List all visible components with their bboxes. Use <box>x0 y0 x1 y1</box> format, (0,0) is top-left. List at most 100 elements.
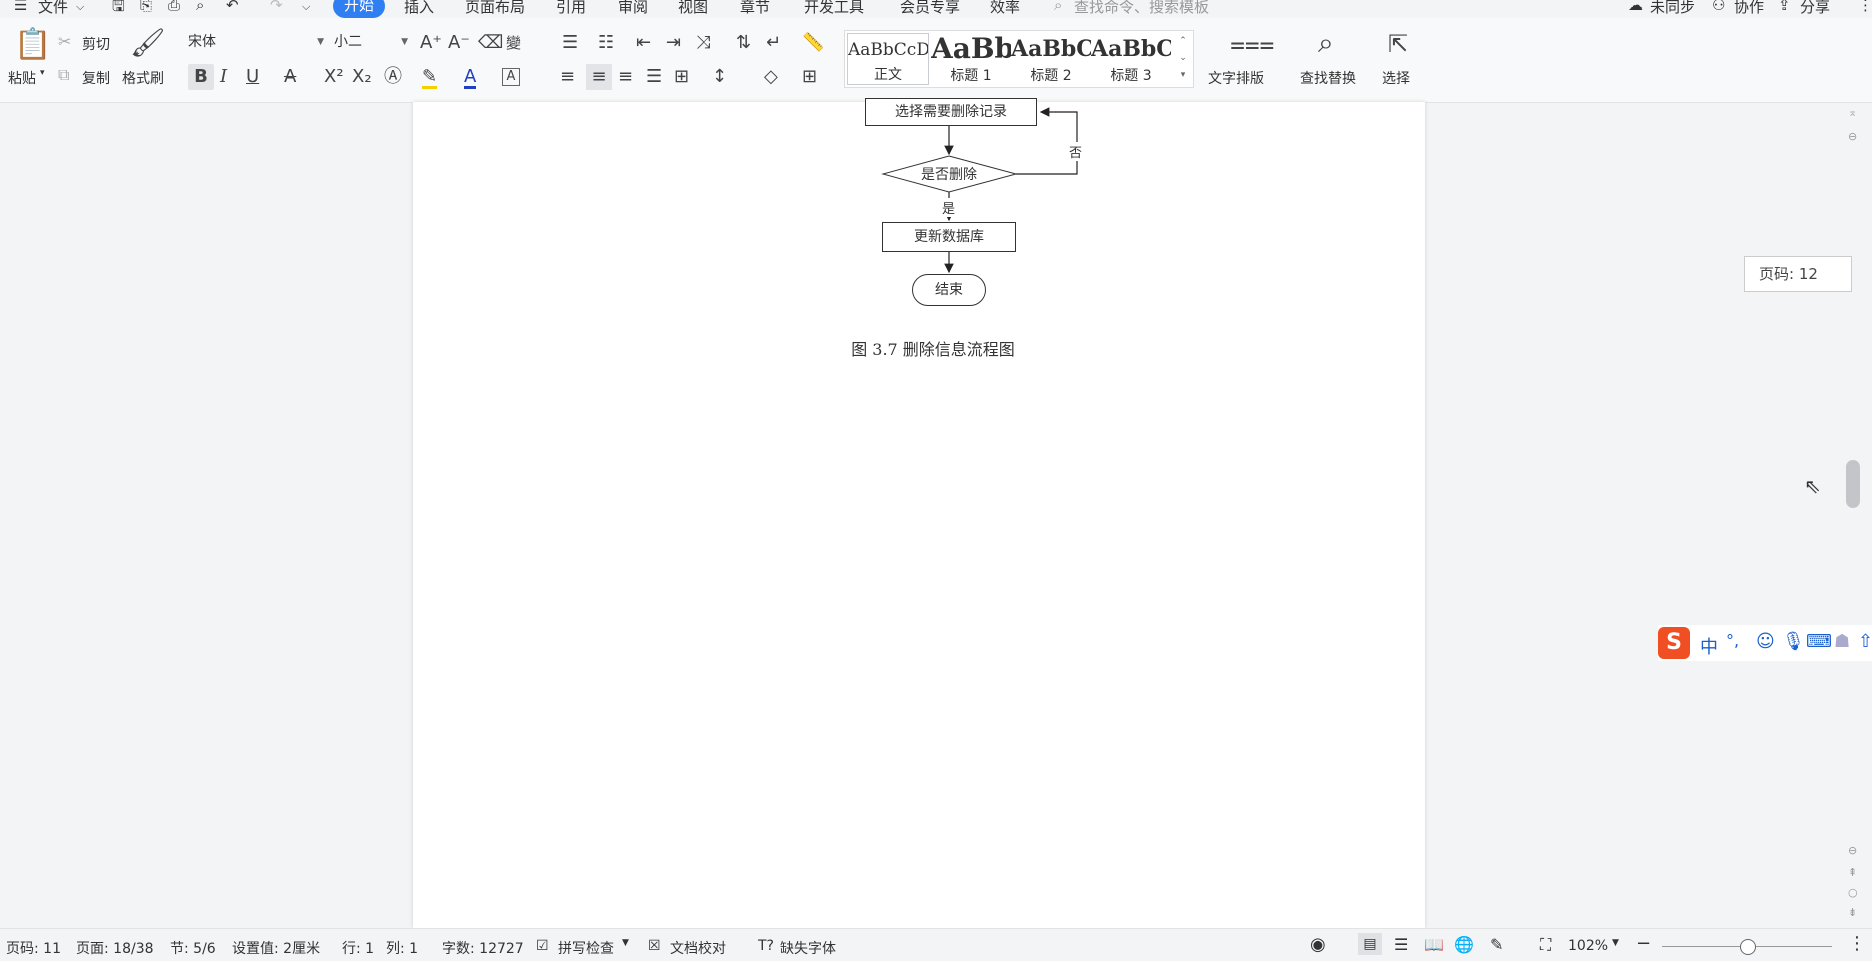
emoji-icon[interactable]: ☺ <box>1756 631 1775 652</box>
distributed-icon[interactable]: ⊞ <box>674 68 689 86</box>
sort-icon[interactable]: ⇅ <box>736 34 751 52</box>
skin-icon[interactable]: ☗ <box>1834 631 1850 652</box>
spell-check-button[interactable]: 拼写检查 <box>558 938 614 958</box>
style-heading-1[interactable]: AaBb 标题 1 <box>931 33 1011 85</box>
find-replace-icon[interactable]: ⌕ <box>1318 28 1334 58</box>
strikethrough-icon[interactable]: A <box>284 68 296 86</box>
font-name-select[interactable]: 宋体 ▼ <box>184 30 328 54</box>
char-border-icon[interactable]: A <box>502 68 520 86</box>
select-cursor-icon[interactable]: ⇱ <box>1388 30 1408 58</box>
font-color-icon[interactable]: A <box>464 68 477 89</box>
italic-icon[interactable]: I <box>220 68 227 86</box>
select-button[interactable]: 选择 <box>1382 68 1410 88</box>
scroll-down-icon[interactable]: ⊖ <box>1848 842 1857 860</box>
scroll-top-icon[interactable]: ⌅ <box>1848 104 1857 122</box>
microphone-icon[interactable]: 🎙 <box>1782 631 1805 652</box>
status-page-num[interactable]: 页码: 11 <box>6 938 61 958</box>
tab-insert[interactable]: 插入 <box>404 0 434 17</box>
scrollbar-thumb[interactable] <box>1846 460 1860 508</box>
clear-format-icon[interactable]: ⌫ <box>478 34 503 52</box>
quick-access-more-icon[interactable]: ⌵ <box>302 0 310 14</box>
fit-page-icon[interactable]: ⛶ <box>1540 935 1551 955</box>
keyboard-icon[interactable]: ⌨ <box>1806 631 1832 652</box>
tab-member[interactable]: 会员专享 <box>900 0 960 17</box>
font-size-select[interactable]: 小二 ▼ <box>330 30 412 54</box>
sync-status[interactable]: 未同步 <box>1650 0 1695 17</box>
redo-icon[interactable]: ↷ <box>270 0 283 14</box>
ruler-icon[interactable]: 📏 <box>802 34 824 52</box>
format-painter-icon[interactable]: 🖌 <box>130 28 166 58</box>
proofread-button[interactable]: 文档校对 <box>670 938 726 958</box>
page-view-icon[interactable]: ▤ <box>1358 933 1382 955</box>
line-spacing-icon[interactable]: ↕ <box>712 68 727 86</box>
chevron-down-icon[interactable]: ▼ <box>622 938 629 948</box>
document-page[interactable]: 选择需要删除记录 是否删除 否 是 更新数据库 结束 图 3.7 删除信息流程图 <box>413 98 1425 928</box>
find-replace-button[interactable]: 查找替换 <box>1300 68 1356 88</box>
chevron-down-icon[interactable]: ▼ <box>1612 938 1619 948</box>
style-normal[interactable]: AaBbCcDd 正文 <box>847 33 929 85</box>
collab-button[interactable]: 协作 <box>1734 0 1764 17</box>
underline-icon[interactable]: U <box>246 68 259 86</box>
paste-dropdown-icon[interactable]: ▾ <box>40 68 45 78</box>
align-left-icon[interactable]: ≡ <box>560 68 575 86</box>
zoom-value[interactable]: 102% <box>1568 938 1608 954</box>
ime-lang-toggle[interactable]: 中 <box>1700 633 1718 659</box>
tab-references[interactable]: 引用 <box>556 0 586 17</box>
menu-file[interactable]: 文件 <box>38 0 68 17</box>
align-right-icon[interactable]: ≡ <box>618 68 633 86</box>
tab-efficiency[interactable]: 效率 <box>990 0 1020 17</box>
select-browse-icon[interactable]: ○ <box>1848 884 1858 902</box>
share-button[interactable]: 分享 <box>1800 0 1830 17</box>
decrease-indent-icon[interactable]: ⇤ <box>636 34 651 52</box>
more-icon[interactable]: ⋮ <box>1858 0 1872 14</box>
status-word-count[interactable]: 字数: 12727 <box>442 938 524 958</box>
tab-page-layout[interactable]: 页面布局 <box>465 0 525 17</box>
text-effect-icon[interactable]: Ⓐ <box>384 68 402 86</box>
undo-icon[interactable]: ↶ <box>226 0 239 14</box>
outline-view-icon[interactable]: ☰ <box>1394 935 1408 954</box>
phonetic-guide-icon[interactable]: 變 <box>506 34 521 52</box>
status-section[interactable]: 节: 5/6 <box>170 938 216 958</box>
tab-developer[interactable]: 开发工具 <box>804 0 864 17</box>
borders-icon[interactable]: ⊞ <box>802 68 817 86</box>
subscript-icon[interactable]: X₂ <box>352 68 372 86</box>
tab-review[interactable]: 审阅 <box>618 0 648 17</box>
ime-menu-icon[interactable]: ⇧ <box>1858 631 1872 652</box>
shading-icon[interactable]: ◇ <box>764 68 778 86</box>
print-preview-icon[interactable]: ⌕ <box>196 0 204 14</box>
bold-icon[interactable]: B <box>188 64 214 90</box>
numbered-list-icon[interactable]: ☷ <box>598 34 614 52</box>
chinese-layout-icon[interactable]: ⤨ <box>696 34 710 52</box>
shrink-font-icon[interactable]: A⁻ <box>448 34 470 52</box>
eye-protection-icon[interactable]: ◉ <box>1310 934 1326 955</box>
text-layout-button[interactable]: 文字排版 <box>1208 68 1264 88</box>
format-painter-button[interactable]: 格式刷 <box>122 68 164 88</box>
vertical-scrollbar[interactable]: ⌅ ⊖ ⊖ ⇞ ○ ⇟ <box>1846 102 1866 928</box>
increase-indent-icon[interactable]: ⇥ <box>666 34 681 52</box>
status-row[interactable]: 行: 1 <box>342 938 374 958</box>
hamburger-icon[interactable]: ☰ <box>14 0 27 14</box>
tab-chapter[interactable]: 章节 <box>740 0 770 17</box>
missing-font-button[interactable]: 缺失字体 <box>780 938 836 958</box>
chevron-down-icon[interactable]: ⌵ <box>76 0 84 14</box>
cut-button[interactable]: 剪切 <box>82 34 110 54</box>
bullet-list-icon[interactable]: ☰ <box>562 34 578 52</box>
ime-punct-toggle[interactable]: °, <box>1726 631 1739 650</box>
zoom-in-icon[interactable]: ⋮ <box>1848 933 1866 954</box>
tab-start[interactable]: 开始 <box>333 0 385 18</box>
justify-icon[interactable]: ☰ <box>646 68 662 86</box>
status-setting[interactable]: 设置值: 2厘米 <box>232 938 320 958</box>
grow-font-icon[interactable]: A⁺ <box>420 34 442 52</box>
highlight-icon[interactable]: ✎ <box>422 68 438 89</box>
zoom-out-icon[interactable]: − <box>1636 933 1651 954</box>
command-search-input[interactable]: 查找命令、搜索模板 <box>1074 0 1209 17</box>
reading-view-icon[interactable]: 📖 <box>1424 935 1444 954</box>
status-pages[interactable]: 页面: 18/38 <box>76 938 154 958</box>
write-mode-icon[interactable]: ✎ <box>1490 935 1503 954</box>
style-heading-3[interactable]: AaBbC 标题 3 <box>1091 33 1171 85</box>
export-icon[interactable]: ⎘ <box>140 0 152 14</box>
paragraph-mark-icon[interactable]: ↵ <box>766 34 781 52</box>
paste-icon[interactable]: 📋 <box>14 30 51 60</box>
paste-button[interactable]: 粘贴 <box>8 68 36 88</box>
copy-button[interactable]: 复制 <box>82 68 110 88</box>
